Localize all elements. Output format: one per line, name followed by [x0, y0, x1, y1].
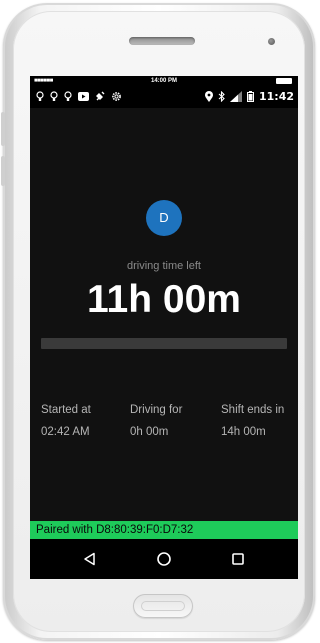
shift-ends-stat: Shift ends in 14h 00m — [221, 404, 284, 438]
android-status-bar: 11:42 — [30, 86, 298, 108]
youtube-icon — [78, 92, 89, 101]
started-at-value: 02:42 AM — [41, 426, 90, 438]
recent-square-icon[interactable] — [228, 549, 248, 569]
started-at-stat: Started at 02:42 AM — [41, 404, 91, 438]
carrier-time: 14:00 PM — [150, 77, 177, 84]
driving-status-view: D driving time left 11h 00m Started at 0… — [30, 108, 298, 521]
phone-screen: ■■■■■■ 14:00 PM 11:42 D driving time lef… — [30, 76, 298, 579]
home-circle-icon[interactable] — [154, 549, 174, 569]
started-at-label: Started at — [41, 404, 91, 416]
battery-icon — [246, 91, 254, 102]
paired-device-banner: Paired with D8:80:39:F0:D7:32 — [30, 521, 298, 539]
driving-for-stat: Driving for 0h 00m — [130, 404, 182, 438]
volume-up-button — [1, 112, 5, 146]
shift-ends-value: 14h 00m — [221, 426, 266, 438]
physical-home-button[interactable] — [133, 594, 193, 618]
back-triangle-icon[interactable] — [80, 549, 100, 569]
earpiece-speaker — [129, 37, 195, 45]
android-nav-bar — [30, 539, 298, 579]
driving-for-label: Driving for — [130, 404, 183, 416]
location-icon — [204, 91, 213, 102]
bulb-icon — [50, 91, 58, 102]
driving-for-value: 0h 00m — [130, 426, 169, 438]
signal-icon — [229, 91, 242, 102]
shift-stats: Started at 02:42 AM Driving for 0h 00m S… — [30, 404, 298, 444]
bulb-icon — [36, 91, 44, 102]
bluetooth-icon — [218, 91, 225, 102]
driving-time-value: 11h 00m — [87, 278, 241, 321]
status-clock: 11:42 — [258, 90, 294, 103]
bulb-icon — [64, 91, 72, 102]
driver-avatar[interactable]: D — [146, 200, 182, 236]
plug-icon — [95, 91, 105, 102]
driving-time-label: driving time left — [127, 260, 201, 272]
settings-gear-icon — [111, 91, 122, 102]
carrier-battery-icon — [276, 78, 292, 84]
driving-progress-bar — [41, 338, 287, 349]
shift-ends-label: Shift ends in — [221, 404, 285, 416]
front-camera — [268, 38, 275, 45]
volume-down-button — [1, 156, 5, 186]
carrier-status-bar: ■■■■■■ 14:00 PM — [30, 76, 298, 86]
